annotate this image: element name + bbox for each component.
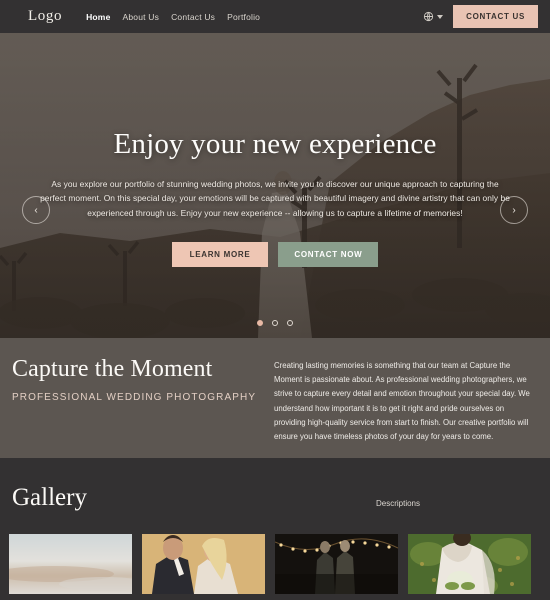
capture-body-text: Creating lasting memories is something t…: [274, 361, 530, 441]
carousel-dot-2[interactable]: [272, 320, 278, 326]
carousel-dot-3[interactable]: [287, 320, 293, 326]
gallery-grid: [0, 512, 550, 594]
bride-outdoor-photo: [408, 534, 531, 594]
site-logo[interactable]: Logo: [28, 8, 62, 25]
hero-subtitle: As you explore our portfolio of stunning…: [40, 179, 510, 218]
nav-item-contact-us[interactable]: Contact Us: [171, 12, 215, 22]
contact-now-button[interactable]: CONTACT NOW: [278, 242, 379, 268]
carousel-prev-arrow[interactable]: ‹: [22, 196, 50, 224]
language-selector[interactable]: [423, 11, 444, 22]
beach-wedding-photo: [9, 534, 132, 594]
gallery-section: Gallery Descriptions: [0, 458, 550, 594]
gallery-tile-evening-lights-photo[interactable]: [275, 534, 398, 594]
nav-item-about-us[interactable]: About Us: [123, 12, 160, 22]
site-header: Logo Home About Us Contact Us Portfolio …: [0, 0, 550, 33]
gallery-descriptions-label: Descriptions: [375, 499, 420, 508]
hero-button-group: LEARN MORE CONTACT NOW: [171, 242, 379, 268]
hero-content: Enjoy your new experience As you explore…: [0, 33, 550, 338]
capture-heading-group: Capture the Moment PROFESSIONAL WEDDING …: [12, 356, 270, 458]
hero-title: Enjoy your new experience: [113, 128, 437, 160]
gallery-tile-beach-wedding-photo[interactable]: [9, 534, 132, 594]
gallery-title: Gallery: [12, 484, 87, 511]
header-contact-us-button[interactable]: CONTACT US: [453, 5, 538, 28]
gallery-tile-couple-portrait-photo[interactable]: [142, 534, 265, 594]
chevron-down-icon: [437, 14, 444, 19]
carousel-dots: [0, 320, 550, 326]
capture-title: Capture the Moment: [12, 356, 213, 382]
capture-the-moment-section: Capture the Moment PROFESSIONAL WEDDING …: [0, 338, 550, 458]
couple-portrait-photo: [142, 534, 265, 594]
hero-carousel: ‹ › Enjoy your new experience As you exp…: [0, 33, 550, 338]
landing-page: Logo Home About Us Contact Us Portfolio …: [0, 0, 550, 600]
carousel-next-arrow[interactable]: ›: [500, 196, 528, 224]
carousel-dot-1[interactable]: [257, 320, 263, 326]
gallery-tile-bride-outdoor-photo[interactable]: [408, 534, 531, 594]
gallery-header: Gallery Descriptions: [0, 484, 550, 512]
capture-subtitle: PROFESSIONAL WEDDING PHOTOGRAPHY: [12, 392, 257, 403]
learn-more-button[interactable]: LEARN MORE: [171, 242, 269, 268]
globe-icon: [423, 11, 434, 22]
nav-item-home[interactable]: Home: [86, 12, 110, 22]
evening-lights-photo: [275, 534, 398, 594]
header-actions: CONTACT US: [423, 5, 538, 28]
main-navigation: Home About Us Contact Us Portfolio: [86, 12, 260, 22]
nav-item-portfolio[interactable]: Portfolio: [227, 12, 260, 22]
